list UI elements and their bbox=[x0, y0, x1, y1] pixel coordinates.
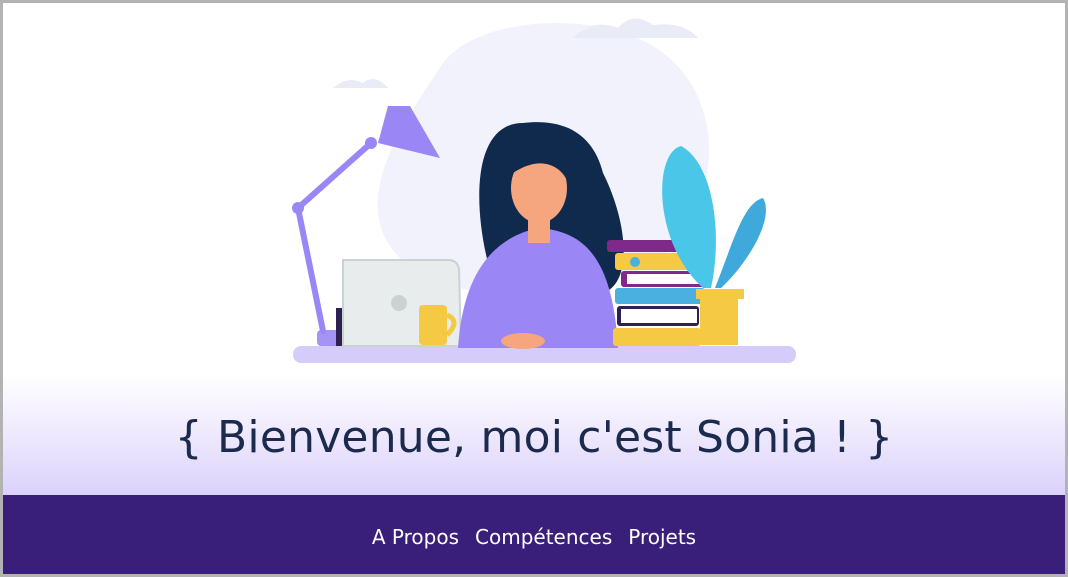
main-navigation: A Propos Compétences Projets bbox=[3, 495, 1065, 574]
page-frame: { Bienvenue, moi c'est Sonia ! } A Propo… bbox=[0, 0, 1068, 577]
nav-link-projects[interactable]: Projets bbox=[628, 525, 696, 549]
nav-link-about[interactable]: A Propos bbox=[372, 525, 459, 549]
page-title: { Bienvenue, moi c'est Sonia ! } bbox=[174, 412, 894, 463]
hero-section: { Bienvenue, moi c'est Sonia ! } bbox=[3, 3, 1065, 495]
girl-studying-illustration bbox=[292, 18, 796, 363]
nav-link-skills[interactable]: Compétences bbox=[475, 525, 612, 549]
